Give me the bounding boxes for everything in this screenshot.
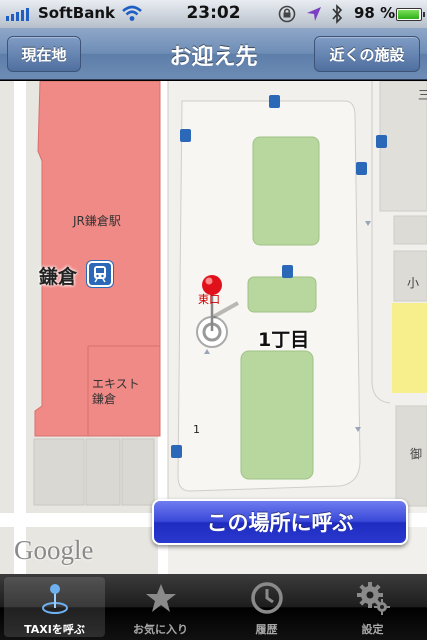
tab-settings[interactable]: 設定 xyxy=(322,577,423,637)
tab-label: お気に入り xyxy=(133,623,188,636)
tab-favorites[interactable]: お気に入り xyxy=(110,577,211,637)
battery-percent: 98 % xyxy=(354,4,396,22)
rotation-lock-icon xyxy=(278,5,296,23)
call-here-button[interactable]: この場所に呼ぶ xyxy=(152,499,408,545)
map-label-ko: 小 xyxy=(407,276,420,290)
block-label: 1丁目 xyxy=(258,329,310,351)
train-station-icon[interactable] xyxy=(87,261,113,287)
battery-fill xyxy=(398,10,419,19)
battery-icon xyxy=(396,8,425,21)
map-label-right: 三 xyxy=(418,88,427,102)
gear-icon xyxy=(356,582,390,615)
tab-label: 設定 xyxy=(361,623,384,636)
navigation-bar: 現在地 お迎え先 近くの施設 xyxy=(0,28,427,80)
tab-history[interactable]: 履歴 xyxy=(216,577,317,637)
ekisuto-label: エキスト 鎌倉 xyxy=(92,377,140,406)
nearby-facilities-button[interactable]: 近くの施設 xyxy=(314,36,420,72)
clock-icon xyxy=(250,582,283,614)
address-number-label: 1 xyxy=(193,423,200,436)
google-logo: Google xyxy=(14,535,94,565)
tab-bar: TAXIを呼ぶ お気に入り 履歴 設定 xyxy=(0,574,427,640)
station-label: JR鎌倉駅 xyxy=(73,214,121,228)
east-exit-label: 東口 xyxy=(198,293,220,306)
star-icon xyxy=(145,584,176,612)
map-view[interactable]: JR鎌倉駅 鎌倉 エキスト 鎌倉 1丁目 1 東口 小 御 三 Google こ… xyxy=(0,81,427,574)
map-label-go: 御 xyxy=(410,447,423,461)
tab-label: 履歴 xyxy=(255,623,278,636)
tab-call-taxi[interactable]: TAXIを呼ぶ xyxy=(4,577,105,637)
status-bar: SoftBank 23:02 98 % xyxy=(0,0,427,28)
kamakura-label: 鎌倉 xyxy=(39,266,78,288)
bluetooth-icon xyxy=(332,4,343,24)
taxi-pin-icon xyxy=(41,584,68,614)
location-arrow-icon xyxy=(307,7,321,21)
tab-label: TAXIを呼ぶ xyxy=(24,623,85,636)
